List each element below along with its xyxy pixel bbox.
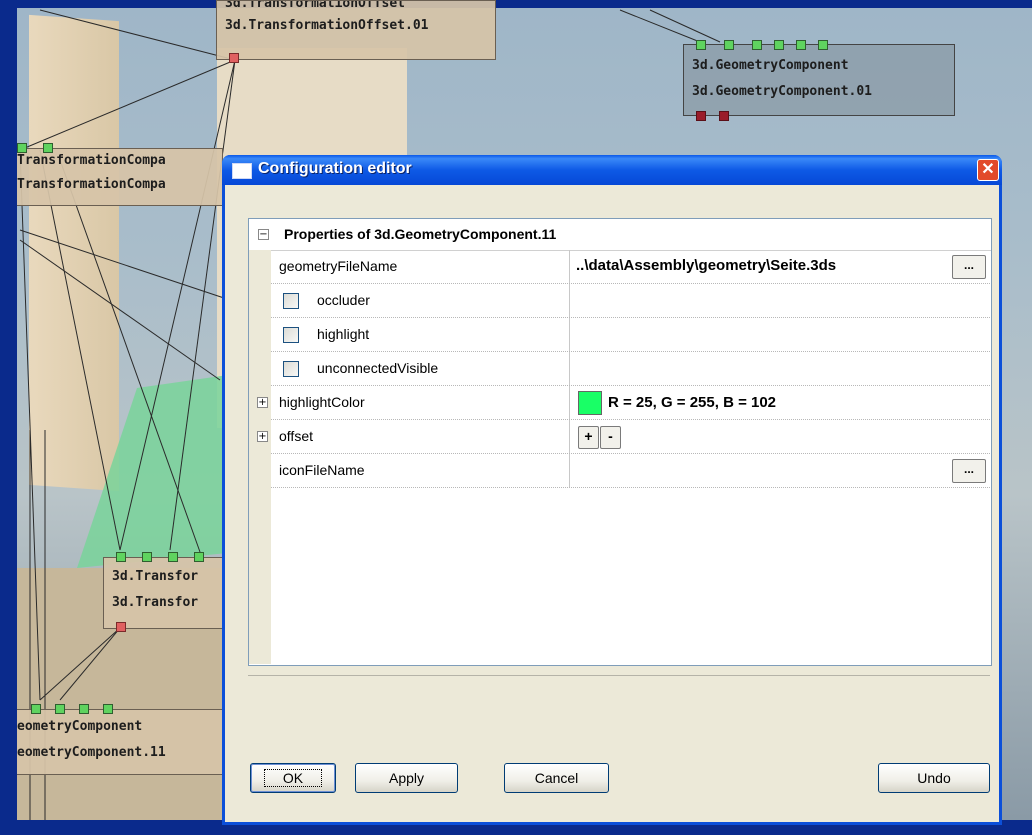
property-label: iconFileName	[279, 462, 365, 478]
node-geometry-component-11[interactable]: eometryComponent eometryComponent.11	[17, 704, 223, 775]
output-port[interactable]	[696, 111, 706, 121]
input-port[interactable]	[774, 40, 784, 50]
input-port[interactable]	[724, 40, 734, 50]
input-port[interactable]	[55, 704, 65, 714]
property-name: offset	[271, 420, 570, 453]
input-port[interactable]	[79, 704, 89, 714]
input-port[interactable]	[796, 40, 806, 50]
input-port[interactable]	[696, 40, 706, 50]
input-port[interactable]	[818, 40, 828, 50]
offset-remove-button[interactable]: -	[600, 426, 621, 449]
geometry-file-path: ..\data\Assembly\geometry\Seite.3ds	[576, 257, 837, 274]
input-port[interactable]	[116, 552, 126, 562]
unconnected-visible-checkbox[interactable]	[283, 361, 299, 377]
collapse-icon[interactable]: −	[258, 229, 269, 240]
property-name: geometryFileName	[271, 250, 570, 283]
property-value[interactable]: R = 25, G = 255, B = 102	[570, 386, 990, 419]
property-label: unconnectedVisible	[317, 360, 439, 376]
close-button[interactable]: ✕	[977, 159, 999, 181]
property-value: + -	[570, 420, 990, 453]
input-port[interactable]	[103, 704, 113, 714]
input-port[interactable]	[31, 704, 41, 714]
highlight-color-value: R = 25, G = 255, B = 102	[608, 394, 777, 411]
node-instance: eometryComponent.11	[17, 745, 166, 760]
ok-button[interactable]: OK	[250, 763, 336, 793]
configuration-editor-dialog: Configuration editor ✕ − Properties of 3…	[222, 155, 1002, 825]
property-label: occluder	[317, 292, 370, 308]
expand-icon[interactable]: +	[257, 397, 268, 408]
property-label: highlightColor	[279, 394, 365, 410]
browse-geometry-button[interactable]: ...	[952, 255, 986, 279]
browse-icon-button[interactable]: ...	[952, 459, 986, 483]
property-group-header: − Properties of 3d.GeometryComponent.11	[249, 219, 991, 251]
node-transformation-center[interactable]: 3d.Transfor 3d.Transfor	[103, 552, 230, 632]
property-value[interactable]: ...	[570, 454, 990, 487]
input-port[interactable]	[43, 143, 53, 153]
input-port[interactable]	[142, 552, 152, 562]
property-name: occluder	[271, 284, 570, 317]
input-port[interactable]	[17, 143, 27, 153]
property-name: iconFileName	[271, 454, 570, 487]
property-name: unconnectedVisible	[271, 352, 570, 385]
property-group-title: Properties of 3d.GeometryComponent.11	[284, 226, 557, 242]
window-icon	[232, 163, 252, 179]
apply-button[interactable]: Apply	[355, 763, 458, 793]
node-instance: 3d.Transfor	[112, 595, 199, 610]
offset-add-button[interactable]: +	[578, 426, 599, 449]
output-port[interactable]	[719, 111, 729, 121]
undo-button[interactable]: Undo	[878, 763, 990, 793]
ok-label: OK	[263, 769, 323, 787]
input-port[interactable]	[168, 552, 178, 562]
property-row-iconfilename[interactable]: iconFileName ...	[271, 454, 990, 488]
property-row-unconnectedvisible[interactable]: unconnectedVisible	[271, 352, 990, 386]
property-value	[570, 352, 990, 385]
output-port[interactable]	[116, 622, 126, 632]
node-title: 3d.TransformationOffset	[225, 1, 406, 11]
property-name: highlight	[271, 318, 570, 351]
property-label: highlight	[317, 326, 370, 342]
property-value[interactable]: ..\data\Assembly\geometry\Seite.3ds ...	[570, 250, 990, 283]
node-title: 3d.Transfor	[112, 569, 199, 584]
description-panel	[248, 675, 990, 743]
color-swatch[interactable]	[578, 391, 602, 415]
property-row-occluder[interactable]: occluder	[271, 284, 990, 318]
property-grid: − Properties of 3d.GeometryComponent.11 …	[248, 218, 992, 666]
node-transformation-component[interactable]: TransformationCompa TransformationCompa	[17, 143, 223, 206]
expand-icon[interactable]: +	[257, 431, 268, 442]
node-title: 3d.GeometryComponent	[692, 58, 849, 73]
node-instance: 3d.GeometryComponent.01	[692, 84, 873, 99]
input-port[interactable]	[194, 552, 204, 562]
node-transformation-offset[interactable]: 3d.TransformationOffset 3d.Transformatio…	[216, 0, 496, 63]
node-title: eometryComponent	[17, 719, 143, 734]
occluder-checkbox[interactable]	[283, 293, 299, 309]
property-value	[570, 284, 990, 317]
node-geometry-component-01[interactable]: 3d.GeometryComponent 3d.GeometryComponen…	[683, 40, 955, 121]
property-row-highlight[interactable]: highlight	[271, 318, 990, 352]
property-row-offset[interactable]: + offset + -	[257, 420, 990, 454]
property-value	[570, 318, 990, 351]
input-port[interactable]	[752, 40, 762, 50]
output-port[interactable]	[229, 53, 239, 63]
property-row-highlightcolor[interactable]: + highlightColor R = 25, G = 255, B = 10…	[257, 386, 990, 420]
dialog-title: Configuration editor	[258, 160, 412, 177]
cancel-button[interactable]: Cancel	[504, 763, 609, 793]
property-row-geometryfilename[interactable]: geometryFileName ..\data\Assembly\geomet…	[271, 250, 990, 284]
node-instance: TransformationCompa	[17, 177, 166, 192]
property-label: offset	[279, 428, 313, 444]
grid-gutter	[249, 250, 271, 664]
property-name: highlightColor	[271, 386, 570, 419]
node-instance: 3d.TransformationOffset.01	[225, 18, 429, 33]
property-label: geometryFileName	[279, 258, 398, 274]
highlight-checkbox[interactable]	[283, 327, 299, 343]
titlebar[interactable]: Configuration editor ✕	[222, 155, 1002, 185]
